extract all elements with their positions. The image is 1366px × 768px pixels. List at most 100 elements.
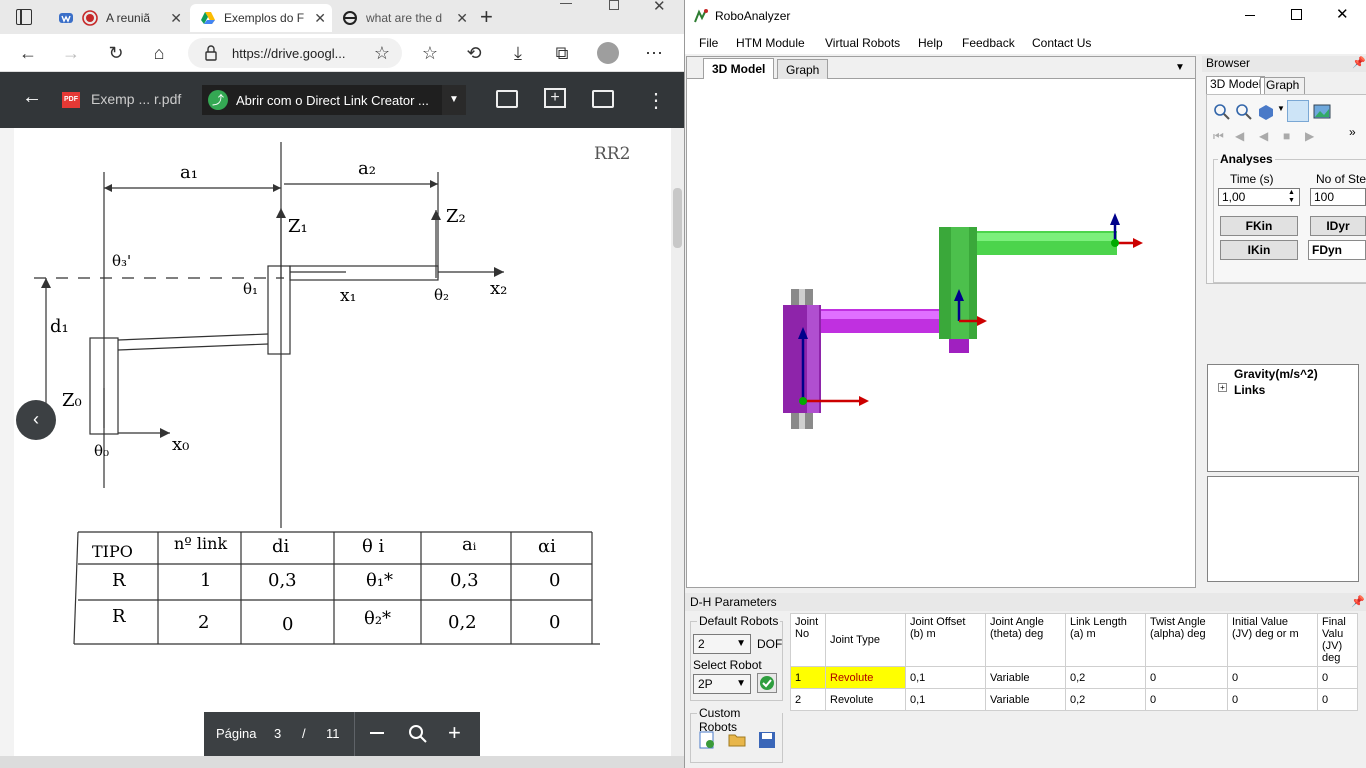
print-icon[interactable] <box>592 90 614 108</box>
pin-icon[interactable]: 📌 <box>1351 595 1365 608</box>
expand-icon[interactable]: + <box>1218 383 1227 392</box>
pdf-back-icon[interactable]: ← <box>22 86 42 109</box>
ikin-button[interactable]: IKin <box>1220 240 1298 260</box>
play-back-icon[interactable]: ◀ <box>1259 129 1268 143</box>
cell-twist[interactable]: 0 <box>1145 688 1228 711</box>
frames-toggle-icon[interactable] <box>1287 100 1309 122</box>
cell-joint-type[interactable]: Revolute <box>825 666 906 689</box>
cell-initial[interactable]: 0 <box>1227 666 1318 689</box>
collections-icon[interactable]: ⧉ <box>548 40 576 66</box>
download-icon[interactable]: ⤓ <box>504 40 532 66</box>
cell-twist[interactable]: 0 <box>1145 666 1228 689</box>
cell-final[interactable]: 0 <box>1317 688 1358 711</box>
tab-actions-icon[interactable] <box>16 9 32 25</box>
zoom-in-icon[interactable] <box>1211 101 1233 123</box>
table-row[interactable]: 1 Revolute 0,1 Variable 0,2 0 0 0 <box>790 666 1358 689</box>
zoom-in-icon[interactable]: + <box>448 720 461 746</box>
minimize-icon[interactable] <box>1245 15 1255 16</box>
confirm-robot-button[interactable] <box>757 673 777 693</box>
tab-3d-model[interactable]: 3D Model <box>703 58 775 79</box>
add-to-drive-icon[interactable] <box>496 90 518 108</box>
tab-graph[interactable]: Graph <box>777 59 829 79</box>
new-tab-button[interactable]: + <box>480 4 493 30</box>
cell-joint-no[interactable]: 2 <box>790 688 826 711</box>
first-frame-icon[interactable]: ⏮ <box>1213 129 1224 144</box>
scroll-thumb[interactable] <box>673 188 682 248</box>
tab-3d-model[interactable]: 3D Model <box>1206 76 1266 94</box>
forward-icon[interactable]: → <box>57 40 85 66</box>
save-icon[interactable] <box>757 730 777 750</box>
zoom-out-icon[interactable] <box>1233 101 1255 123</box>
menu-htm-module[interactable]: HTM Module <box>736 36 805 50</box>
steps-input[interactable]: 100 <box>1310 188 1366 206</box>
time-spinner[interactable]: ▲ ▼ <box>1288 189 1295 205</box>
cell-angle[interactable]: Variable <box>985 666 1066 689</box>
table-row[interactable]: 2 Revolute 0,1 Variable 0,2 0 0 0 <box>790 688 1358 711</box>
cell-angle[interactable]: Variable <box>985 688 1066 711</box>
tab-graph[interactable]: Graph <box>1260 77 1306 94</box>
stop-icon[interactable]: ■ <box>1283 129 1290 143</box>
minimize-icon[interactable] <box>560 3 572 4</box>
view-cube-icon[interactable] <box>1255 101 1277 123</box>
cell-joint-type[interactable]: Revolute <box>825 688 906 711</box>
cell-offset[interactable]: 0,1 <box>905 688 986 711</box>
tree-item-links[interactable]: Links <box>1234 383 1265 397</box>
pdf-toolbar: ← PDF Exemp ... r.pdf ⤴ Abrir com o Dire… <box>0 72 684 128</box>
maximize-icon[interactable] <box>1291 9 1302 20</box>
maximize-icon[interactable] <box>609 0 619 10</box>
close-tab-icon[interactable]: ✕ <box>456 10 468 27</box>
back-icon[interactable]: ← <box>14 40 42 66</box>
play-icon[interactable]: ▶ <box>1305 129 1314 143</box>
home-icon[interactable]: ⌂ <box>145 40 173 66</box>
menu-virtual-robots[interactable]: Virtual Robots <box>825 36 900 50</box>
favorites-icon[interactable]: ☆ <box>416 40 444 66</box>
fkin-button[interactable]: FKin <box>1220 216 1298 236</box>
cell-offset[interactable]: 0,1 <box>905 666 986 689</box>
cell-initial[interactable]: 0 <box>1227 688 1318 711</box>
close-tab-icon[interactable]: ✕ <box>314 10 326 27</box>
cell-length[interactable]: 0,2 <box>1065 688 1146 711</box>
pdf-scrollbar[interactable] <box>671 128 684 756</box>
fdyn-button[interactable]: FDyn <box>1308 240 1366 260</box>
page-current-input[interactable]: 3 <box>274 726 281 741</box>
refresh-icon[interactable]: ↻ <box>102 40 130 66</box>
dof-select[interactable]: 2 ▼ <box>693 634 751 654</box>
cell-final[interactable]: 0 <box>1317 666 1358 689</box>
chevron-down-icon[interactable]: ▼ <box>442 85 466 115</box>
menu-help[interactable]: Help <box>918 36 943 50</box>
chevron-down-icon[interactable]: ▼ <box>1175 62 1185 73</box>
profile-avatar[interactable] <box>597 42 619 64</box>
robot-select[interactable]: 2P ▼ <box>693 674 751 694</box>
chevron-down-icon[interactable]: ▼ <box>1277 104 1285 113</box>
zoom-icon[interactable] <box>408 724 428 744</box>
close-icon[interactable]: ✕ <box>653 0 666 15</box>
cell-length[interactable]: 0,2 <box>1065 666 1146 689</box>
menu-contact-us[interactable]: Contact Us <box>1032 36 1091 50</box>
open-with-button[interactable]: ⤴ Abrir com o Direct Link Creator ... ▼ <box>202 85 466 115</box>
close-tab-icon[interactable]: ✕ <box>170 10 182 27</box>
menu-feedback[interactable]: Feedback <box>962 36 1015 50</box>
prev-frame-icon[interactable]: ◀ <box>1235 129 1244 143</box>
add-favorite-icon[interactable]: ☆ <box>368 40 396 66</box>
model-viewport[interactable]: 3D Model Graph ▼ <box>686 56 1196 588</box>
prev-page-button[interactable]: ‹ <box>16 400 56 440</box>
cell-joint-no[interactable]: 1 <box>790 666 826 689</box>
add-comment-icon[interactable]: + <box>544 88 566 108</box>
idyn-button[interactable]: IDyr <box>1310 216 1366 236</box>
tab-what-are[interactable]: what are the d ✕ <box>334 4 474 32</box>
more-options-icon[interactable]: ⋮ <box>646 88 666 113</box>
tab-reuniao[interactable]: A reuniã ✕ <box>52 4 188 32</box>
new-robot-icon[interactable] <box>697 730 717 750</box>
menu-file[interactable]: File <box>699 36 718 50</box>
open-folder-icon[interactable] <box>727 730 747 750</box>
more-icon[interactable]: ⋯ <box>640 40 668 66</box>
close-icon[interactable]: ✕ <box>1336 5 1349 23</box>
pin-icon[interactable]: 📌 <box>1352 56 1366 69</box>
tree-item-gravity[interactable]: Gravity(m/s^2) <box>1234 367 1318 381</box>
zoom-out-icon[interactable] <box>370 732 384 734</box>
tab-exemplos[interactable]: Exemplos do F ✕ <box>190 4 332 32</box>
image-icon[interactable] <box>1311 101 1333 123</box>
more-tools-icon[interactable]: » <box>1349 125 1356 139</box>
table-header: TIPO <box>92 542 133 561</box>
history-icon[interactable]: ⟲ <box>460 40 488 66</box>
